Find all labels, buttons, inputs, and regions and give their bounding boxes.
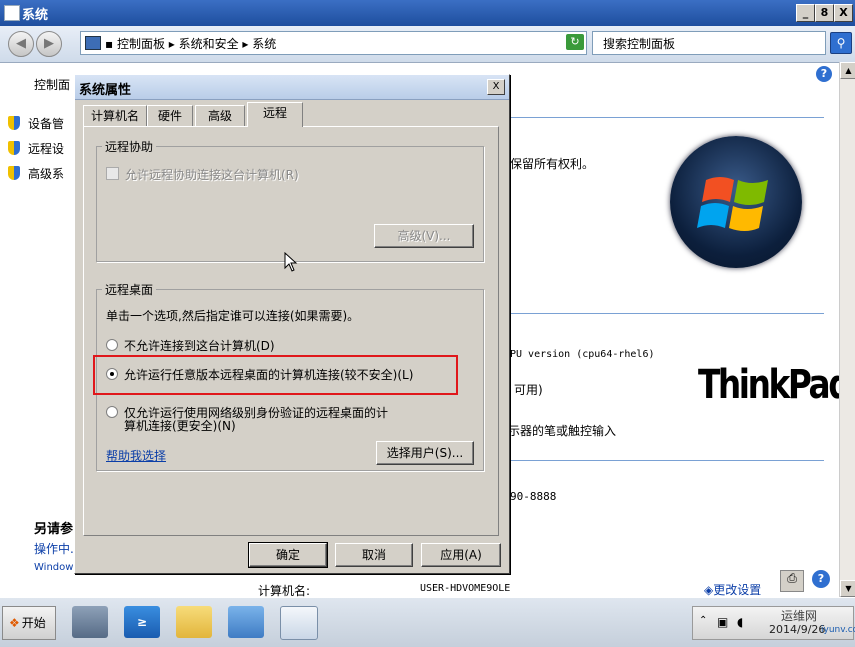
option-nla-only-label-line2: 算机连接(更安全)(N) <box>124 419 236 433</box>
checkbox-icon <box>106 167 119 180</box>
shield-icon <box>8 141 20 155</box>
system-tray: ⌃ ▣ ◖ 运维网 2014/9/26 iyunv.com <box>692 606 855 640</box>
advanced-button[interactable]: 高级(V)... <box>374 224 474 248</box>
close-button[interactable]: X <box>834 4 853 22</box>
sidebar-title[interactable]: 控制面 <box>34 76 70 93</box>
vertical-scrollbar[interactable]: ▲ ▼ <box>839 62 855 597</box>
scroll-down-icon[interactable]: ▼ <box>840 580 855 597</box>
volume-icon[interactable]: ◖ <box>737 615 743 629</box>
remote-desktop-hint: 单击一个选项,然后指定谁可以连接(如果需要)。 <box>106 309 360 323</box>
see-also-heading: 另请参 <box>34 522 74 537</box>
radio-icon <box>106 406 118 418</box>
system-window-icon <box>4 5 20 21</box>
maximize-button[interactable]: 8 <box>815 4 834 22</box>
remote-desktop-label: 远程桌面 <box>102 281 157 298</box>
window-title-bar: 系统 _ 8 X <box>0 0 855 26</box>
search-icon[interactable]: ⚲ <box>830 32 852 54</box>
tab-remote[interactable]: 远程 <box>247 102 303 127</box>
computer-name-value: USER-HDVOME9OLE <box>420 583 511 594</box>
option-no-connections[interactable]: 不允许连接到这台计算机(D) <box>106 337 275 354</box>
sidebar-item-remote-settings[interactable]: 远程设 <box>8 140 64 157</box>
search-placeholder: 搜索控制面板 <box>603 37 676 51</box>
dialog-title: 系统属性 <box>79 83 132 98</box>
explorer-folder-icon[interactable] <box>176 606 212 638</box>
allow-remote-assistance-checkbox[interactable]: 允许远程协助连接这台计算机(R) <box>106 166 299 183</box>
cancel-button[interactable]: 取消 <box>335 543 413 567</box>
control-panel-icon <box>85 36 101 50</box>
mouse-cursor-icon <box>284 251 298 275</box>
address-bar: ◀ ▶ ▪ 控制面板 ▸ 系统和安全 ▸ 系统 ▼ ↻ 搜索控制面板 ⚲ <box>0 26 855 63</box>
tab-computer-name[interactable]: 计算机名 <box>83 105 147 126</box>
ok-button[interactable]: 确定 <box>248 542 328 568</box>
change-settings-link[interactable]: ◈更改设置 <box>704 581 761 598</box>
sidebar-item-advanced-settings[interactable]: 高级系 <box>8 165 64 182</box>
watermark-text: 运维网 <box>781 609 818 623</box>
windows-logo <box>670 136 802 268</box>
windows-flag-icon: ❖ <box>9 616 20 630</box>
remote-assistance-label: 远程协助 <box>102 138 157 155</box>
tab-hardware[interactable]: 硬件 <box>147 105 193 126</box>
radio-icon <box>106 339 118 351</box>
breadcrumb-text: ▪ 控制面板 ▸ 系统和安全 ▸ 系统 <box>105 37 277 51</box>
sidebar-item-label: 设备管 <box>28 117 65 131</box>
thinkpad-logo: ThinkPad <box>698 362 852 408</box>
window-title: 系统 <box>22 8 49 23</box>
scroll-up-icon[interactable]: ▲ <box>840 62 855 79</box>
server-manager-icon[interactable] <box>72 606 108 638</box>
windows-flag-icon <box>697 177 768 231</box>
processor-text: PU version (cpu64-rhel6) <box>510 349 655 360</box>
clock-date: 2014/9/26 <box>769 623 826 636</box>
section-divider <box>508 313 824 314</box>
section-divider <box>508 117 824 118</box>
sidebar-item-device-manager[interactable]: 设备管 <box>8 115 64 132</box>
shield-icon: ◈ <box>704 583 714 597</box>
action-center-link[interactable]: 操作中. <box>34 540 74 557</box>
system-window-taskbar-icon[interactable] <box>280 606 318 640</box>
help-me-choose-link[interactable]: 帮助我选择 <box>106 447 166 464</box>
shield-icon <box>8 116 20 130</box>
status-strip: 计算机名: USER-HDVOME9OLE ◈更改设置 ⎙ ? <box>0 570 839 598</box>
taskbar: ❖开始 ≥ ⌃ ▣ ◖ 运维网 2014/9/26 iyunv.com <box>0 597 855 647</box>
help-icon[interactable]: ? <box>812 570 830 588</box>
system-properties-dialog: 系统属性 X 计算机名 硬件 高级 远程 远程协助 允许远程协助连接这台计算机(… <box>74 74 510 574</box>
search-input[interactable]: 搜索控制面板 <box>592 31 826 55</box>
select-users-button[interactable]: 选择用户(S)... <box>376 441 474 465</box>
watermark-url: iyunv.com <box>821 625 855 635</box>
section-divider <box>508 460 824 461</box>
copyright-text: 保留所有权利。 <box>510 157 595 171</box>
sidebar-item-label: 远程设 <box>28 142 65 156</box>
phone-text: 90-8888 <box>510 490 557 503</box>
option-no-connections-label: 不允许连接到这台计算机(D) <box>124 339 275 353</box>
start-label: 开始 <box>21 616 46 630</box>
powershell-icon[interactable]: ≥ <box>124 606 160 638</box>
pen-touch-text: 示器的笔或触控输入 <box>508 424 617 438</box>
network-icon[interactable]: ▣ <box>717 615 728 629</box>
start-button[interactable]: ❖ 开始 <box>2 606 56 640</box>
help-icon[interactable]: ? <box>816 66 832 82</box>
remote-tab-panel: 远程协助 允许远程协助连接这台计算机(R) 高级(V)... 远程桌面 单击一个… <box>83 126 499 536</box>
refresh-icon[interactable]: ↻ <box>566 34 584 50</box>
change-settings-label: 更改设置 <box>713 583 762 597</box>
allow-remote-assistance-label: 允许远程协助连接这台计算机(R) <box>125 168 299 182</box>
print-icon[interactable]: ⎙ <box>780 570 804 592</box>
dialog-close-button[interactable]: X <box>487 79 505 95</box>
sidebar-item-label: 高级系 <box>28 167 65 181</box>
dialog-title-bar: 系统属性 X <box>75 75 509 100</box>
chevron-up-icon[interactable]: ⌃ <box>699 615 707 626</box>
apply-button[interactable]: 应用(A) <box>421 543 501 567</box>
control-panel-icon[interactable] <box>228 606 264 638</box>
back-button[interactable]: ◀ <box>8 31 34 57</box>
memory-text: 可用) <box>514 383 543 397</box>
windows-update-link[interactable]: Window <box>34 562 73 573</box>
shield-icon <box>8 166 20 180</box>
breadcrumb[interactable]: ▪ 控制面板 ▸ 系统和安全 ▸ 系统 ▼ <box>80 31 587 55</box>
highlight-annotation <box>93 355 458 395</box>
minimize-button[interactable]: _ <box>796 4 815 22</box>
forward-button[interactable]: ▶ <box>36 31 62 57</box>
tab-advanced[interactable]: 高级 <box>195 105 245 126</box>
